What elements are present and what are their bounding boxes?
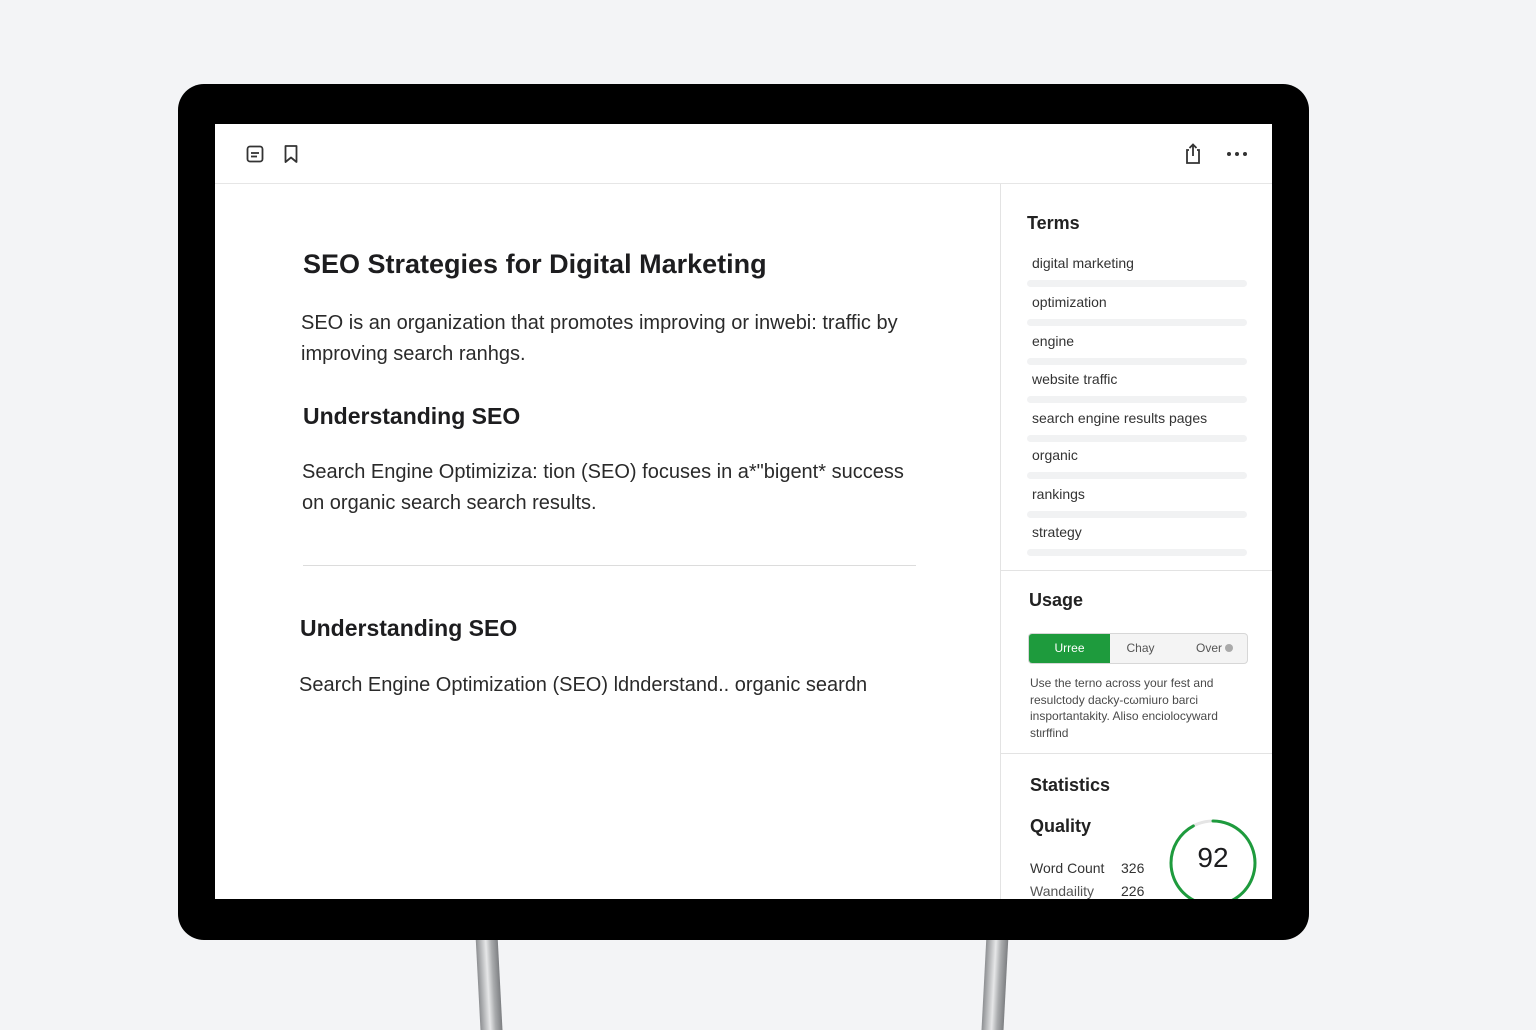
stat-value-wandaility: 226 (1121, 883, 1145, 899)
terms-title: Terms (1027, 213, 1080, 233)
stat-label-wandaility: Wandaility (1030, 883, 1095, 899)
section-heading-1: Understanding SEO (303, 403, 521, 429)
term-bar (1027, 358, 1247, 365)
term-label: rankings (1032, 486, 1085, 502)
document-icon[interactable] (243, 142, 267, 166)
bookmark-icon[interactable] (279, 142, 303, 166)
document-title: SEO Strategies for Digital Marketing (303, 249, 767, 279)
stat-value-word-count: 326 (1121, 860, 1145, 876)
term-label: digital marketing (1032, 255, 1134, 271)
top-toolbar (215, 124, 1272, 184)
term-item[interactable]: rankings (1027, 486, 1247, 520)
quality-score-ring: 92 (1168, 818, 1258, 899)
right-sidebar: Terms digital marketing optimization eng… (1000, 184, 1272, 899)
term-bar (1027, 511, 1247, 518)
term-bar (1027, 319, 1247, 326)
status-dot-icon (1225, 644, 1233, 652)
term-item[interactable]: optimization (1027, 294, 1247, 328)
term-label: website traffic (1032, 371, 1118, 387)
usage-tab-urree[interactable]: Urree (1029, 634, 1110, 663)
term-item[interactable]: strategy (1027, 524, 1247, 558)
section-paragraph-1-line-2: on organic search search results. (302, 492, 597, 514)
quality-score-value: 92 (1197, 842, 1229, 873)
document-editor[interactable]: SEO Strategies for Digital Marketing SEO… (215, 184, 1000, 899)
stat-label-word-count: Word Count (1030, 860, 1105, 876)
section-divider (303, 565, 916, 566)
term-label: search engine results pages (1032, 410, 1208, 426)
sidebar-divider (1001, 753, 1272, 754)
statistics-title: Statistics (1030, 775, 1111, 795)
usage-description: Use the terno across your fest and resul… (1030, 676, 1218, 740)
term-label: strategy (1032, 524, 1082, 540)
usage-tab-chay[interactable]: Chay (1110, 634, 1171, 663)
monitor-stand-left (475, 935, 503, 1030)
quality-title: Quality (1030, 816, 1092, 836)
term-bar (1027, 435, 1247, 442)
term-bar (1027, 472, 1247, 479)
intro-paragraph-line-2: improving search ranhgs. (301, 343, 526, 365)
usage-tab-over[interactable]: Over (1189, 634, 1229, 663)
term-item[interactable]: website traffic (1027, 371, 1247, 405)
term-item[interactable]: search engine results pages (1027, 410, 1247, 444)
term-label: optimization (1032, 294, 1107, 310)
usage-title: Usage (1029, 590, 1084, 610)
term-item[interactable]: organic (1027, 447, 1247, 481)
term-item[interactable]: engine (1027, 333, 1247, 367)
section-paragraph-1-line-1: Search Engine Optimiziza: tion (SEO) foc… (302, 461, 904, 483)
term-bar (1027, 280, 1247, 287)
term-bar (1027, 396, 1247, 403)
term-bar (1027, 549, 1247, 556)
term-label: engine (1032, 333, 1075, 349)
monitor-stand-right (981, 935, 1009, 1030)
more-icon[interactable] (1225, 142, 1249, 166)
section-paragraph-2-line-1: Search Engine Optimization (SEO) ldnders… (299, 674, 868, 696)
section-heading-2: Understanding SEO (300, 615, 518, 641)
term-item[interactable]: digital marketing (1027, 255, 1247, 289)
app-window: SEO Strategies for Digital Marketing SEO… (215, 124, 1272, 899)
usage-segmented-control: Urree Chay Over (1028, 633, 1248, 664)
intro-paragraph-line-1: SEO is an organization that promotes imp… (301, 312, 898, 334)
term-label: organic (1032, 447, 1078, 463)
sidebar-divider (1001, 570, 1272, 571)
share-icon[interactable] (1181, 142, 1205, 166)
